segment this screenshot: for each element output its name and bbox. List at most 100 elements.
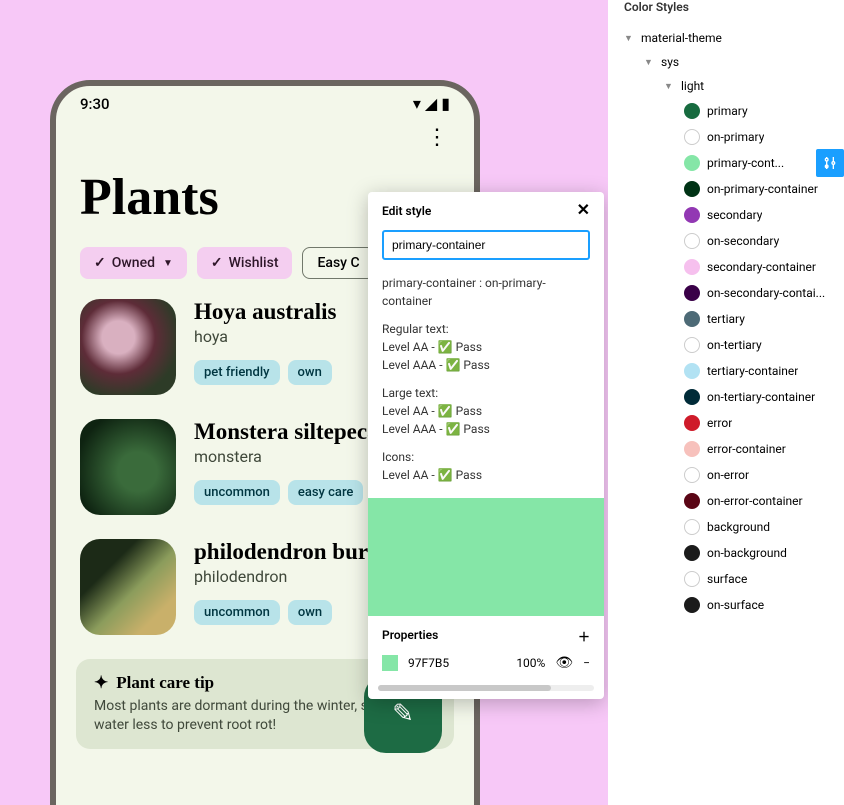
color-style-row[interactable]: on-tertiary-container	[620, 384, 832, 410]
color-style-label: primary-cont...	[707, 156, 784, 170]
color-swatch-icon	[684, 597, 700, 613]
color-style-label: error	[707, 416, 732, 430]
color-style-row[interactable]: tertiary-container	[620, 358, 832, 384]
plant-image	[80, 539, 176, 635]
color-style-row[interactable]: on-error	[620, 462, 832, 488]
plant-name: Hoya australis	[194, 299, 336, 325]
color-style-row[interactable]: error-container	[620, 436, 832, 462]
style-name-input[interactable]	[382, 230, 590, 260]
color-style-row[interactable]: secondary-container	[620, 254, 832, 280]
signal-icon: ◢	[425, 94, 437, 113]
color-swatch-icon	[684, 467, 700, 483]
chip-label: Easy C	[317, 255, 359, 271]
color-style-row[interactable]: on-primary-container	[620, 176, 832, 202]
style-tree: ▼ material-theme ▼ sys ▼ light primary on…	[620, 26, 832, 618]
color-style-row[interactable]: primary	[620, 98, 832, 124]
check-icon: ✓	[211, 255, 223, 271]
color-style-row[interactable]: on-surface	[620, 592, 832, 618]
color-swatch-icon	[684, 311, 700, 327]
hex-value[interactable]: 97F7B5	[408, 656, 449, 670]
sparkle-icon: ✦	[94, 673, 108, 693]
chip-wishlist[interactable]: ✓ Wishlist	[197, 247, 293, 279]
color-swatch-icon	[684, 103, 700, 119]
color-style-row[interactable]: on-error-container	[620, 488, 832, 514]
color-style-label: surface	[707, 572, 747, 586]
color-style-label: on-error-container	[707, 494, 803, 508]
tree-group[interactable]: ▼ material-theme	[620, 26, 832, 50]
plant-tag: easy care	[288, 480, 364, 505]
color-style-label: on-secondary	[707, 234, 779, 248]
plant-name: Monstera siltepeca	[194, 419, 379, 445]
color-swatch-icon	[684, 415, 700, 431]
color-style-label: primary	[707, 104, 748, 118]
chip-label: Wishlist	[229, 255, 279, 271]
color-pair-label: primary-container : on-primary-container	[382, 274, 590, 310]
color-preview[interactable]	[368, 498, 604, 616]
color-swatch-icon	[684, 207, 700, 223]
edit-style-icon[interactable]	[816, 149, 844, 177]
visibility-icon[interactable]: 👁	[555, 655, 573, 671]
color-swatch-icon[interactable]	[382, 655, 398, 671]
color-style-label: background	[707, 520, 770, 534]
color-swatch-icon	[684, 363, 700, 379]
color-style-row[interactable]: on-background	[620, 540, 832, 566]
panel-header: Color Styles	[620, 0, 832, 26]
color-style-row[interactable]: on-tertiary	[620, 332, 832, 358]
color-style-row[interactable]: primary-cont...	[620, 150, 832, 176]
plant-subtitle: hoya	[194, 327, 336, 346]
color-swatch-icon	[684, 259, 700, 275]
chip-easy[interactable]: Easy C	[302, 247, 374, 279]
scroll-thumb[interactable]	[378, 685, 551, 691]
contrast-description: primary-container : on-primary-container…	[368, 274, 604, 498]
color-swatch-icon	[684, 129, 700, 145]
plant-tag: uncommon	[194, 600, 280, 625]
color-style-row[interactable]: error	[620, 410, 832, 436]
color-style-row[interactable]: on-secondary	[620, 228, 832, 254]
overflow-menu-icon[interactable]: ⋮	[56, 113, 474, 150]
color-swatch-icon	[684, 571, 700, 587]
color-swatch-icon	[684, 337, 700, 353]
tree-group[interactable]: ▼ sys	[620, 50, 832, 74]
color-swatch-icon	[684, 155, 700, 171]
properties-label: Properties	[382, 628, 438, 645]
color-style-row[interactable]: tertiary	[620, 306, 832, 332]
scroll-track[interactable]	[378, 685, 594, 691]
status-time: 9:30	[80, 95, 110, 113]
status-bar: 9:30 ▾ ◢ ▮	[56, 86, 474, 113]
color-style-row[interactable]: on-secondary-contai...	[620, 280, 832, 306]
color-style-row[interactable]: on-primary	[620, 124, 832, 150]
caret-down-icon: ▼	[163, 258, 173, 269]
close-icon[interactable]: ✕	[577, 204, 590, 218]
color-style-row[interactable]: surface	[620, 566, 832, 592]
design-canvas[interactable]: 9:30 ▾ ◢ ▮ ⋮ Plants ✓ Owned ▼ ✓ Wishlist…	[0, 0, 608, 805]
color-style-label: tertiary-container	[707, 364, 798, 378]
plant-tag: own	[288, 600, 332, 625]
tree-group[interactable]: ▼ light	[620, 74, 832, 98]
opacity-value[interactable]: 100%	[516, 656, 545, 670]
color-swatch-icon	[684, 545, 700, 561]
color-style-label: error-container	[707, 442, 786, 456]
chip-owned[interactable]: ✓ Owned ▼	[80, 247, 187, 279]
color-swatch-icon	[684, 233, 700, 249]
color-style-label: on-tertiary	[707, 338, 762, 352]
plant-subtitle: monstera	[194, 447, 379, 466]
color-style-label: on-primary	[707, 130, 764, 144]
remove-icon[interactable]: −	[583, 656, 590, 670]
property-row: 97F7B5 100% 👁 −	[382, 655, 590, 671]
color-style-row[interactable]: secondary	[620, 202, 832, 228]
status-icons: ▾ ◢ ▮	[413, 94, 450, 113]
pencil-icon: ✎	[392, 699, 414, 729]
plant-image	[80, 419, 176, 515]
plant-name: philodendron bur	[194, 539, 368, 565]
add-property-icon[interactable]: ＋	[578, 628, 590, 645]
color-style-row[interactable]: background	[620, 514, 832, 540]
color-style-label: on-error	[707, 468, 749, 482]
plant-tag: uncommon	[194, 480, 280, 505]
chevron-down-icon: ▼	[664, 81, 674, 92]
color-swatch-icon	[684, 389, 700, 405]
chevron-down-icon: ▼	[624, 33, 634, 44]
color-style-label: on-primary-container	[707, 182, 818, 196]
color-style-label: tertiary	[707, 312, 745, 326]
plant-subtitle: philodendron	[194, 567, 368, 586]
color-swatch-icon	[684, 493, 700, 509]
